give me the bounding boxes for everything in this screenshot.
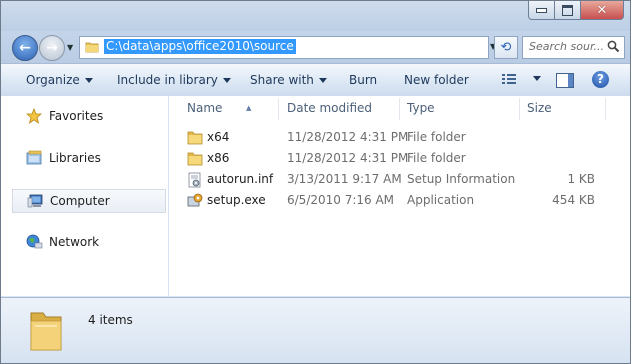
file-row-x64[interactable]: x64 11/28/2012 4:31 PM File folder <box>183 127 618 148</box>
details-pane: 4 items <box>1 297 630 363</box>
nav-label: Computer <box>50 194 110 208</box>
libraries-icon <box>26 150 43 173</box>
computer-icon <box>27 193 44 216</box>
sort-ascending-icon: ▲ <box>246 104 252 112</box>
column-label: Type <box>407 101 435 115</box>
file-list: Name ▲ Date modified Type Size x64 11/28/… <box>169 96 630 296</box>
organize-menu[interactable]: Organize <box>26 64 93 96</box>
back-button[interactable]: ← <box>12 35 38 61</box>
include-in-library-menu[interactable]: Include in library <box>117 64 231 96</box>
details-view-icon <box>502 74 516 84</box>
preview-pane-icon <box>568 74 573 87</box>
close-button[interactable]: ✕ <box>581 1 624 20</box>
column-header-name[interactable]: Name ▲ <box>187 96 251 120</box>
nav-label: Favorites <box>49 109 104 123</box>
view-options-dropdown[interactable] <box>533 76 541 81</box>
column-header-type[interactable]: Type <box>407 96 435 120</box>
preview-pane-button[interactable] <box>556 73 574 88</box>
burn-label: Burn <box>349 73 378 87</box>
setup-exe-icon <box>187 193 203 216</box>
new-folder-label: New folder <box>404 73 469 87</box>
maximize-button[interactable] <box>555 1 581 20</box>
nav-item-favorites[interactable]: Favorites <box>12 105 164 127</box>
file-name: setup.exe <box>207 193 266 207</box>
file-size: 1 KB <box>567 172 595 186</box>
file-size: 454 KB <box>552 193 595 207</box>
title-bar: ✕ <box>1 1 630 31</box>
file-type: Application <box>407 193 475 207</box>
search-icon <box>607 40 620 56</box>
file-date: 6/5/2010 7:16 AM <box>287 193 395 207</box>
network-icon <box>26 234 43 257</box>
folder-icon <box>85 40 99 57</box>
column-label: Size <box>527 101 552 115</box>
help-button[interactable]: ? <box>592 71 609 88</box>
chevron-down-icon <box>84 78 93 83</box>
burn-button[interactable]: Burn <box>349 64 377 96</box>
share-with-menu[interactable]: Share with <box>250 64 327 96</box>
forward-arrow-icon: → <box>46 40 58 56</box>
file-date: 11/28/2012 4:31 PM <box>287 151 409 165</box>
search-input[interactable]: Search sour... <box>529 40 604 53</box>
file-row-setup[interactable]: setup.exe 6/5/2010 7:16 AM Application 4… <box>183 190 618 211</box>
back-arrow-icon: ← <box>19 40 31 56</box>
file-row-autorun[interactable]: autorun.inf 3/13/2011 9:17 AM Setup Info… <box>183 169 618 190</box>
change-view-button[interactable] <box>501 73 517 89</box>
include-in-library-label: Include in library <box>117 73 218 87</box>
nav-item-network[interactable]: Network <box>12 231 164 253</box>
column-divider[interactable] <box>519 98 520 120</box>
window-controls: ✕ <box>528 1 624 20</box>
command-bar: Organize Include in library Share with B… <box>1 63 630 97</box>
refresh-button[interactable]: ⟲ <box>494 36 518 59</box>
forward-button[interactable]: → <box>39 35 65 61</box>
file-name: x86 <box>207 151 230 165</box>
navigation-pane: Favorites Libraries Computer Network <box>1 96 169 296</box>
column-divider[interactable] <box>278 98 279 120</box>
minimize-button[interactable] <box>528 1 555 20</box>
file-type: File folder <box>407 151 466 165</box>
address-row: ← → ▼ C:\data\apps\office2010\source ▼ ⟲… <box>1 31 630 63</box>
search-box[interactable]: Search sour... <box>522 36 625 59</box>
item-count: 4 items <box>88 313 133 327</box>
file-name: autorun.inf <box>207 172 274 186</box>
share-with-label: Share with <box>250 73 314 87</box>
nav-label: Network <box>49 235 100 249</box>
column-label: Date modified <box>287 101 373 115</box>
file-name: x64 <box>207 130 230 144</box>
help-icon: ? <box>597 72 604 86</box>
nav-item-libraries[interactable]: Libraries <box>12 147 164 169</box>
address-path[interactable]: C:\data\apps\office2010\source <box>104 39 296 54</box>
recent-pages-dropdown[interactable]: ▼ <box>67 43 73 52</box>
column-header-date-modified[interactable]: Date modified <box>287 96 372 120</box>
minimize-icon <box>536 7 547 13</box>
maximize-icon <box>562 4 573 16</box>
new-folder-button[interactable]: New folder <box>404 64 469 96</box>
file-date: 3/13/2011 9:17 AM <box>287 172 402 186</box>
column-divider[interactable] <box>399 98 400 120</box>
nav-label: Libraries <box>49 151 101 165</box>
close-icon: ✕ <box>596 2 608 18</box>
star-icon <box>25 107 43 131</box>
column-header-size[interactable]: Size <box>527 96 552 120</box>
chevron-down-icon <box>318 78 327 83</box>
file-date: 11/28/2012 4:31 PM <box>287 130 409 144</box>
address-bar[interactable]: C:\data\apps\office2010\source <box>79 36 489 59</box>
file-type: File folder <box>407 130 466 144</box>
file-row-x86[interactable]: x86 11/28/2012 4:31 PM File folder <box>183 148 618 169</box>
explorer-window: ✕ ← → ▼ C:\data\apps\office2010\source ▼… <box>0 0 631 364</box>
column-divider[interactable] <box>605 98 606 120</box>
refresh-icon: ⟲ <box>500 40 512 55</box>
nav-item-computer[interactable]: Computer <box>12 189 166 213</box>
chevron-down-icon <box>222 78 231 83</box>
column-label: Name <box>187 101 223 115</box>
file-type: Setup Information <box>407 172 516 186</box>
folder-icon <box>28 307 64 356</box>
organize-label: Organize <box>26 73 80 87</box>
